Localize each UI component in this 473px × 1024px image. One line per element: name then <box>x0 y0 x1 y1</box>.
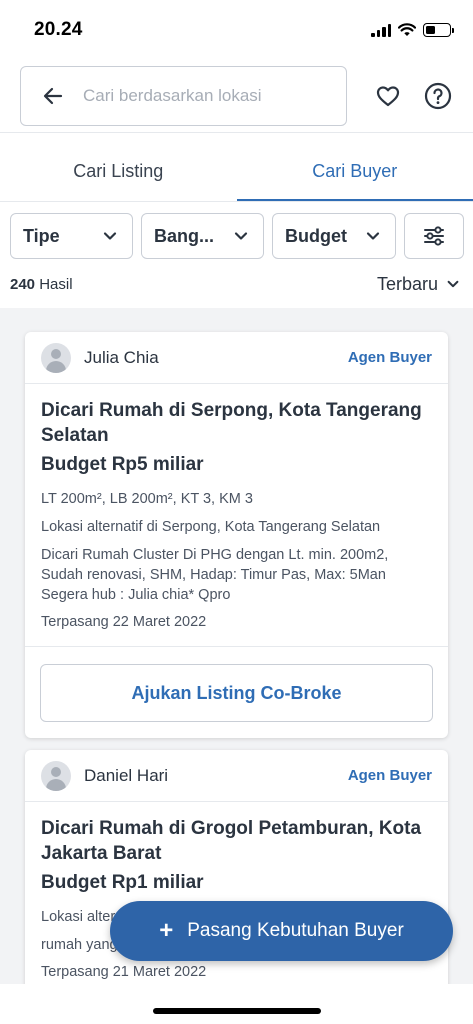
agent-role: Agen Buyer <box>347 349 432 366</box>
result-count-number: 240 <box>10 275 36 293</box>
heart-icon[interactable] <box>376 85 400 107</box>
card-body: Dicari Rumah di Serpong, Kota Tangerang … <box>25 384 448 632</box>
agent-name: Daniel Hari <box>84 765 169 785</box>
buyer-list[interactable]: Julia Chia Agen Buyer Dicari Rumah di Se… <box>0 308 473 984</box>
agent-role: Agen Buyer <box>347 767 432 784</box>
help-icon[interactable] <box>424 82 452 110</box>
favorite-button[interactable] <box>374 82 402 110</box>
card-footer: Ajukan Listing Co-Broke <box>25 646 448 738</box>
fab-label: Pasang Kebutuhan Buyer <box>187 920 404 941</box>
card-alt-location: Lokasi alternatif di Serpong, Kota Tange… <box>41 519 381 535</box>
buyer-card[interactable]: Julia Chia Agen Buyer Dicari Rumah di Se… <box>25 332 448 738</box>
result-count: 240 Hasil <box>10 276 73 293</box>
back-arrow-icon[interactable] <box>41 84 65 108</box>
status-time: 20.24 <box>34 19 83 40</box>
sort-dropdown[interactable]: Terbaru <box>377 274 460 295</box>
card-header: Daniel Hari Agen Buyer <box>25 750 448 802</box>
search-input[interactable] <box>83 86 313 106</box>
wifi-icon <box>398 23 416 36</box>
card-budget: Budget Rp5 miliar <box>41 454 204 475</box>
search-box[interactable] <box>20 66 347 126</box>
pasang-kebutuhan-buyer-button[interactable]: + Pasang Kebutuhan Buyer <box>110 901 453 961</box>
chevron-down-icon <box>447 280 459 288</box>
card-specs: LT 200m², LB 200m², KT 3, KM 3 <box>41 491 253 507</box>
agent-name: Julia Chia <box>84 347 159 367</box>
filter-settings-button[interactable] <box>404 213 464 259</box>
sliders-icon <box>424 226 444 246</box>
battery-icon <box>423 23 454 37</box>
filter-bangunan[interactable]: Bang... <box>141 213 264 259</box>
bottom-bar <box>0 984 473 1024</box>
card-posted-date: Terpasang 21 Maret 2022 <box>41 964 207 980</box>
avatar <box>41 342 71 373</box>
filter-tipe-label: Tipe <box>23 225 60 246</box>
chevron-down-icon <box>366 232 380 240</box>
status-bar: 20.24 <box>0 0 473 60</box>
card-title: Dicari Rumah di Serpong, Kota Tangerang … <box>41 400 422 446</box>
card-header: Julia Chia Agen Buyer <box>25 332 448 384</box>
home-indicator <box>153 1008 321 1014</box>
filter-budget-label: Budget <box>285 225 347 246</box>
header-divider <box>0 132 473 133</box>
filter-bar: Tipe Bang... Budget <box>10 213 464 259</box>
ajukan-cobroke-button[interactable]: Ajukan Listing Co-Broke <box>40 664 433 722</box>
tabs-divider <box>0 201 473 202</box>
signal-icon <box>371 23 391 37</box>
card-description: Dicari Rumah Cluster Di PHG dengan Lt. m… <box>41 547 389 603</box>
tab-cari-listing[interactable]: Cari Listing <box>0 140 237 202</box>
filter-tipe[interactable]: Tipe <box>10 213 133 259</box>
card-budget: Budget Rp1 miliar <box>41 872 204 893</box>
result-row: 240 Hasil Terbaru <box>10 272 460 296</box>
tab-bar: Cari Listing Cari Buyer <box>0 140 473 202</box>
plus-icon: + <box>159 917 174 944</box>
card-title: Dicari Rumah di Grogol Petamburan, Kota … <box>41 818 422 864</box>
sort-label: Terbaru <box>376 273 438 294</box>
avatar <box>41 760 71 791</box>
filter-bangunan-label: Bang... <box>154 225 215 246</box>
filter-budget[interactable]: Budget <box>272 213 396 259</box>
chevron-down-icon <box>103 232 117 240</box>
help-button[interactable] <box>424 82 452 110</box>
result-count-suffix: Hasil <box>39 275 73 293</box>
header <box>0 66 473 128</box>
chevron-down-icon <box>234 232 248 240</box>
status-icons <box>371 23 454 37</box>
card-posted-date: Terpasang 22 Maret 2022 <box>41 614 207 630</box>
tab-cari-buyer[interactable]: Cari Buyer <box>236 140 473 202</box>
